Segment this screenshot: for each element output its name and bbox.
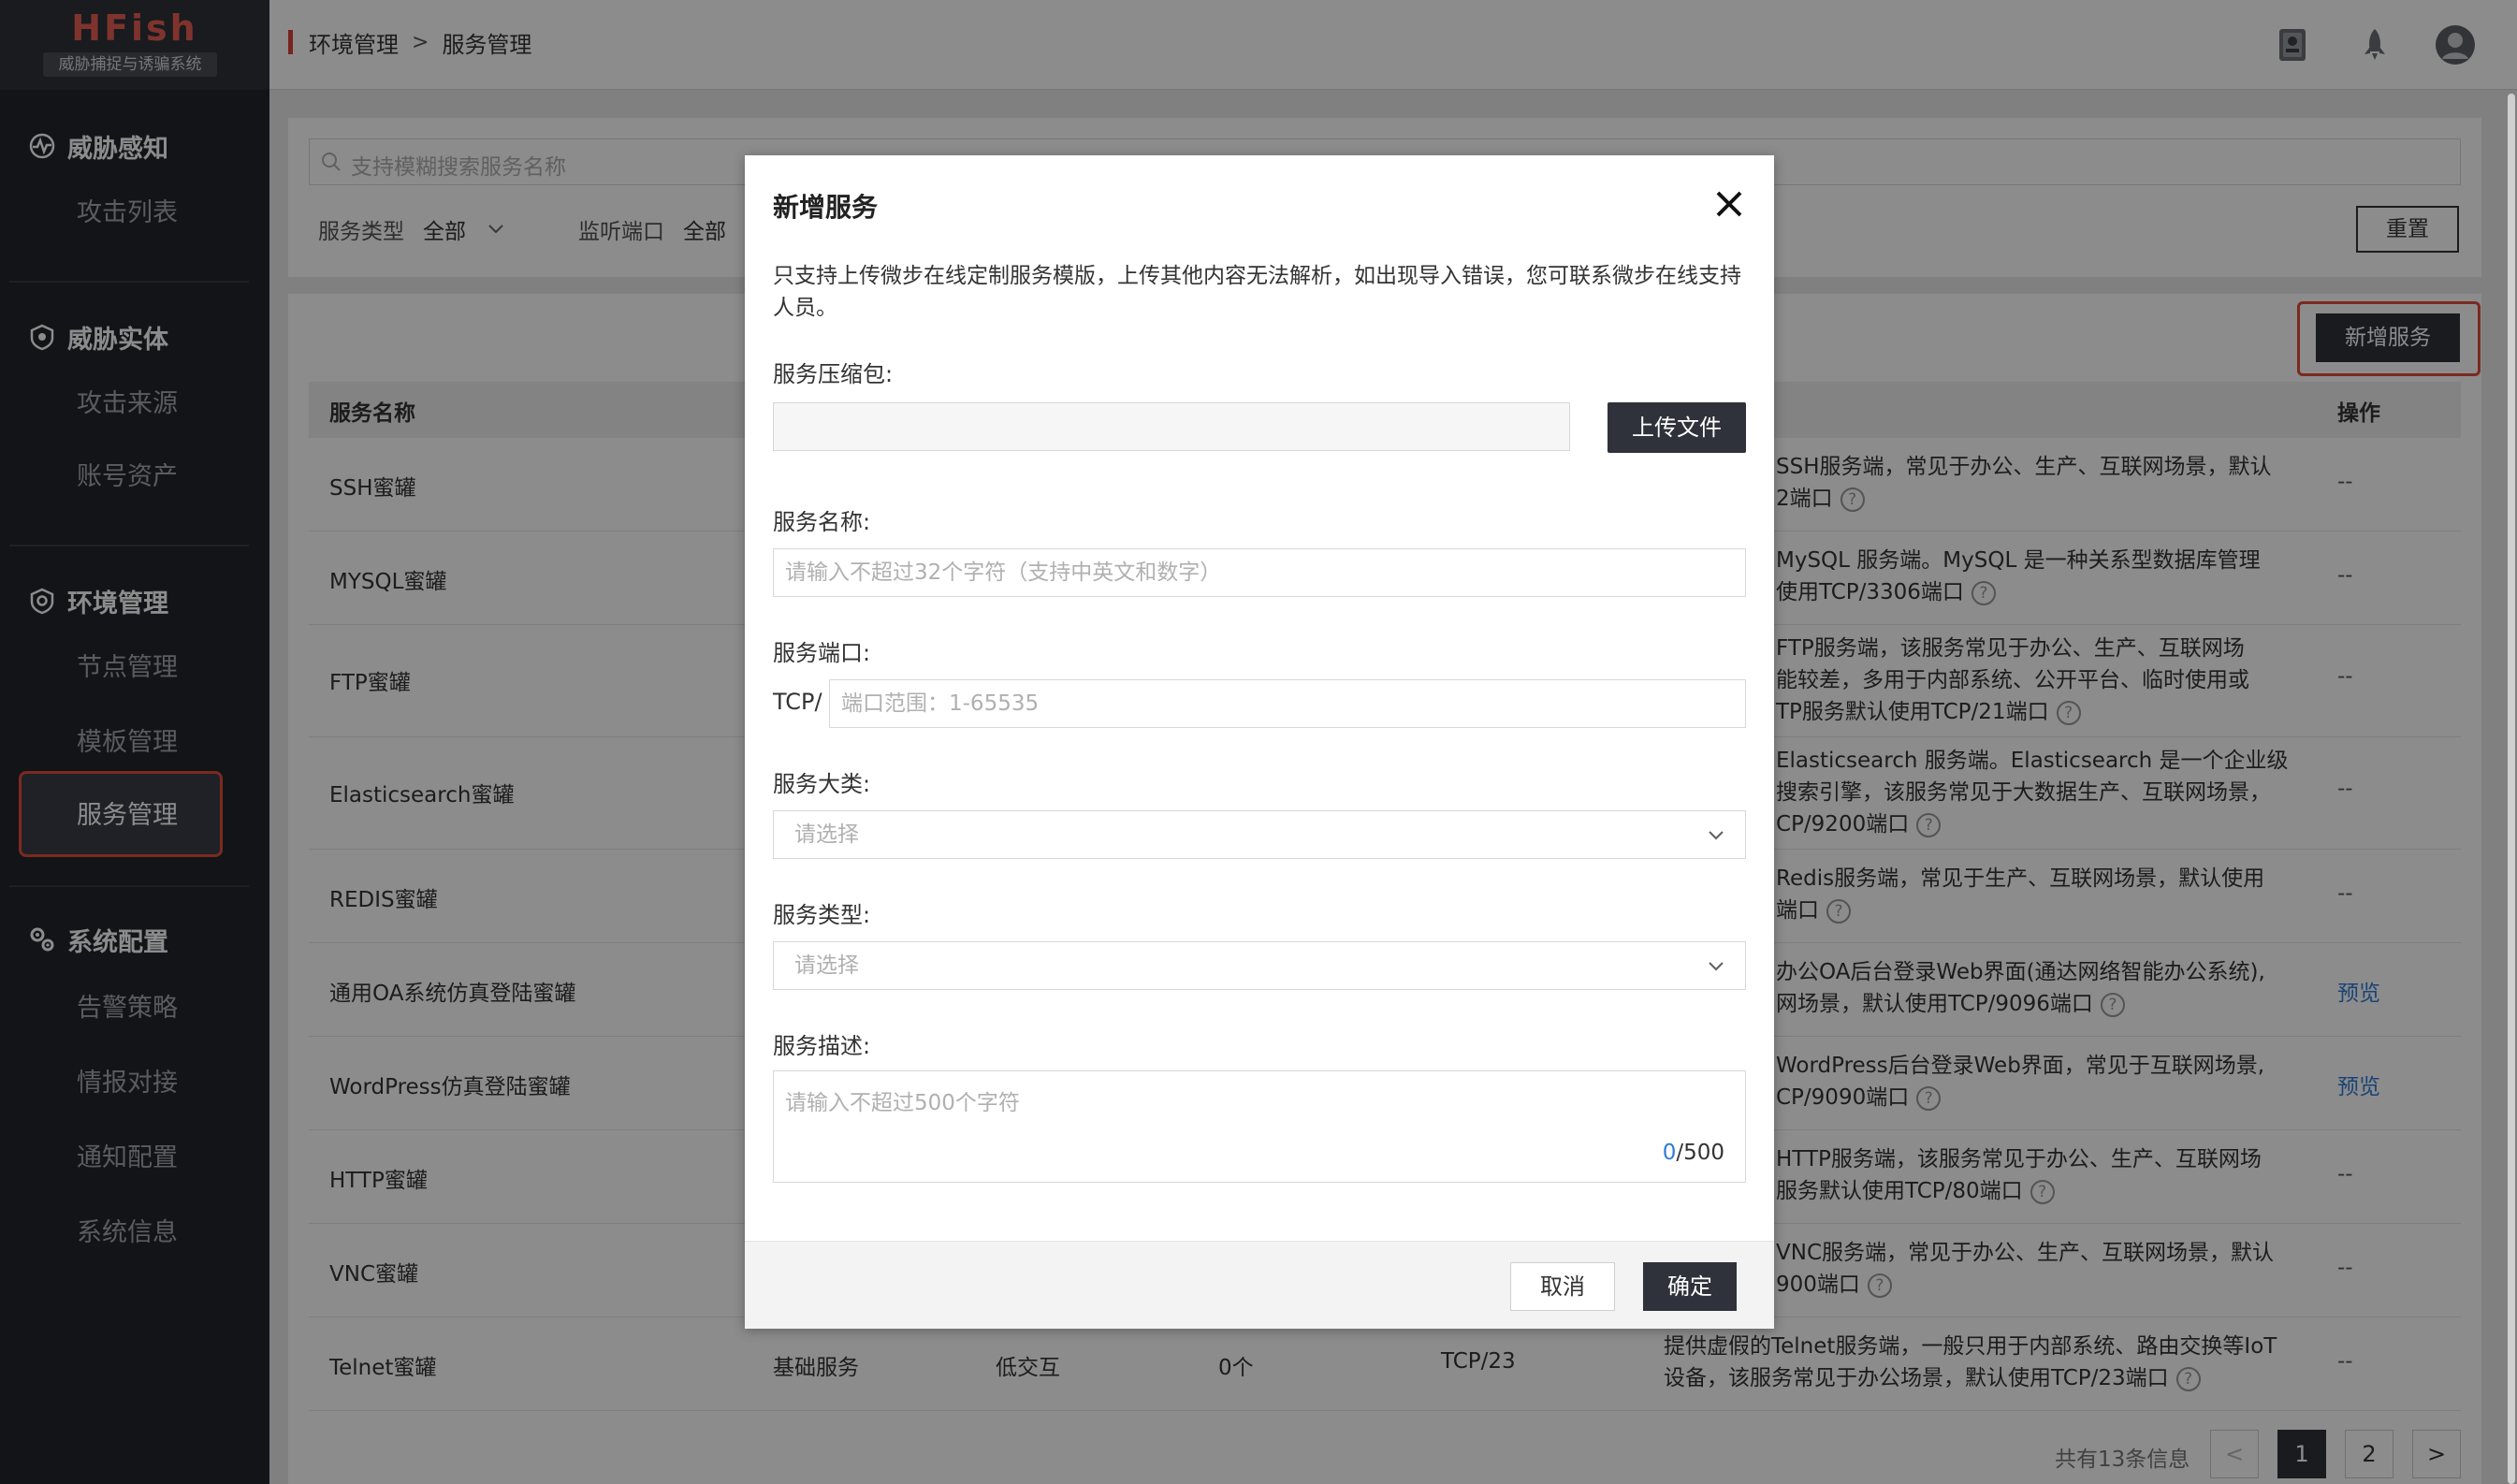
service-desc-textarea[interactable]: 请输入不超过500个字符 0/500 bbox=[773, 1070, 1746, 1183]
chevron-down-icon bbox=[1709, 962, 1724, 971]
close-icon[interactable] bbox=[1712, 187, 1746, 221]
port-label: 服务端口: bbox=[773, 640, 871, 666]
port-prefix: TCP/ bbox=[773, 689, 822, 715]
upload-file-button[interactable]: 上传文件 bbox=[1608, 402, 1746, 453]
service-type-select[interactable]: 请选择 bbox=[773, 941, 1746, 990]
char-counter: 0/500 bbox=[1662, 1141, 1724, 1165]
service-port-input[interactable]: 端口范围：1-65535 bbox=[829, 679, 1746, 728]
modal-title: 新增服务 bbox=[773, 192, 879, 223]
desc-placeholder: 请输入不超过500个字符 bbox=[785, 1091, 1020, 1115]
category-label: 服务大类: bbox=[773, 771, 871, 797]
package-file-field[interactable] bbox=[773, 402, 1570, 451]
page-scrollbar[interactable] bbox=[2508, 94, 2515, 1484]
category-placeholder: 请选择 bbox=[794, 822, 859, 847]
confirm-button[interactable]: 确定 bbox=[1643, 1262, 1737, 1311]
modal-footer: 取消 确定 bbox=[745, 1241, 1774, 1329]
type-label: 服务类型: bbox=[773, 902, 871, 928]
chevron-down-icon bbox=[1709, 831, 1724, 840]
modal-notice: 只支持上传微步在线定制服务模版，上传其他内容无法解析，如出现导入错误，您可联系微… bbox=[773, 264, 1741, 320]
name-label: 服务名称: bbox=[773, 509, 871, 535]
desc-label: 服务描述: bbox=[773, 1033, 871, 1059]
service-category-select[interactable]: 请选择 bbox=[773, 810, 1746, 859]
service-name-input[interactable]: 请输入不超过32个字符（支持中英文和数字） bbox=[773, 548, 1746, 597]
add-service-modal: 新增服务 只支持上传微步在线定制服务模版，上传其他内容无法解析，如出现导入错误，… bbox=[745, 155, 1774, 1329]
cancel-button[interactable]: 取消 bbox=[1510, 1262, 1615, 1311]
type-placeholder: 请选择 bbox=[794, 953, 859, 978]
package-label: 服务压缩包: bbox=[773, 361, 894, 387]
